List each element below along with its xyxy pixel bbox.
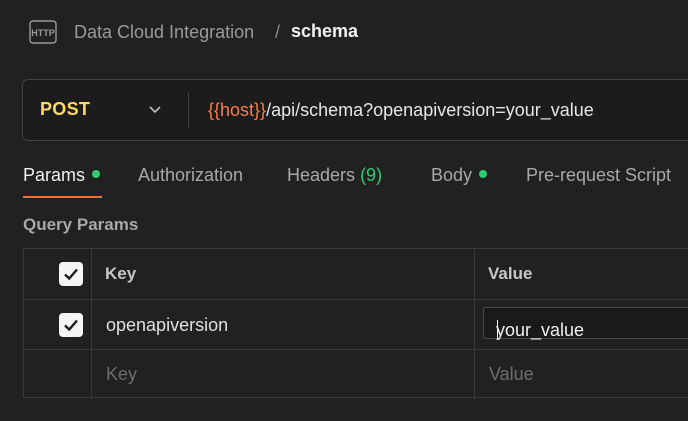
checkmark-icon [64, 268, 78, 281]
new-value-cell[interactable]: Value [475, 350, 688, 399]
key-header-label: Key [105, 264, 137, 283]
param-key: openapiversion [106, 315, 229, 335]
breadcrumb-request-name[interactable]: schema [291, 21, 358, 42]
value-column-header: Value [475, 249, 688, 299]
table-row-empty: Key Value [24, 349, 688, 399]
tab-body[interactable]: Body [431, 165, 488, 186]
tab-pre-request-script[interactable]: Pre-request Script [526, 165, 671, 186]
tab-authorization-label: Authorization [138, 165, 244, 185]
breadcrumb-collection[interactable]: Data Cloud Integration [74, 22, 254, 43]
new-key-cell[interactable]: Key [92, 350, 475, 399]
url-path: /api/schema?openapiversion=your_value [266, 100, 594, 120]
value-placeholder: Value [489, 364, 534, 384]
select-all-checkbox[interactable] [59, 262, 83, 286]
key-placeholder: Key [106, 364, 138, 384]
tab-headers-label: Headers [287, 165, 356, 185]
http-icon: HTTP [29, 20, 57, 44]
param-key-cell[interactable]: openapiversion [92, 300, 475, 349]
url-host-variable: {{host}} [208, 100, 267, 120]
query-params-title: Query Params [23, 215, 139, 234]
url-bar: POST {{host}}/api/schema?openapiversion=… [22, 79, 688, 141]
tab-pre-request-script-label: Pre-request Script [526, 165, 672, 185]
header-check-cell [24, 249, 92, 299]
method-select[interactable]: POST [40, 99, 90, 120]
checkmark-icon [64, 319, 78, 332]
query-params-table: Key Value openapiversion your_value Key … [23, 248, 688, 399]
tab-body-label: Body [431, 165, 473, 185]
tab-params-label: Params [23, 165, 86, 185]
chevron-down-icon[interactable] [147, 101, 163, 117]
url-input[interactable]: {{host}}/api/schema?openapiversion=your_… [208, 100, 594, 121]
tab-params[interactable]: Params [23, 165, 101, 186]
row-enabled-checkbox[interactable] [59, 313, 83, 337]
tab-authorization[interactable]: Authorization [138, 165, 243, 186]
param-value-input[interactable]: your_value [483, 307, 688, 340]
headers-count: (9) [360, 165, 383, 185]
tab-headers[interactable]: Headers (9) [287, 165, 382, 186]
table-header-row: Key Value [24, 249, 688, 299]
request-editor: HTTP Data Cloud Integration / schema POS… [0, 0, 688, 421]
row-check-cell [24, 350, 92, 399]
param-value-cell: your_value [475, 300, 688, 349]
request-tabs: Params Authorization Headers (9) Body Pr… [0, 160, 688, 202]
body-active-dot [479, 170, 488, 178]
params-active-dot [92, 170, 101, 178]
request-header: HTTP Data Cloud Integration / schema [0, 0, 688, 64]
row-check-cell [24, 300, 92, 349]
text-cursor [497, 320, 498, 340]
value-header-label: Value [488, 264, 533, 283]
key-column-header: Key [92, 249, 475, 299]
svg-text:HTTP: HTTP [31, 28, 55, 38]
url-divider [188, 92, 189, 128]
param-value: your_value [496, 320, 585, 340]
breadcrumb-separator: / [275, 22, 281, 42]
table-row: openapiversion your_value [24, 299, 688, 349]
active-tab-underline [23, 196, 102, 198]
